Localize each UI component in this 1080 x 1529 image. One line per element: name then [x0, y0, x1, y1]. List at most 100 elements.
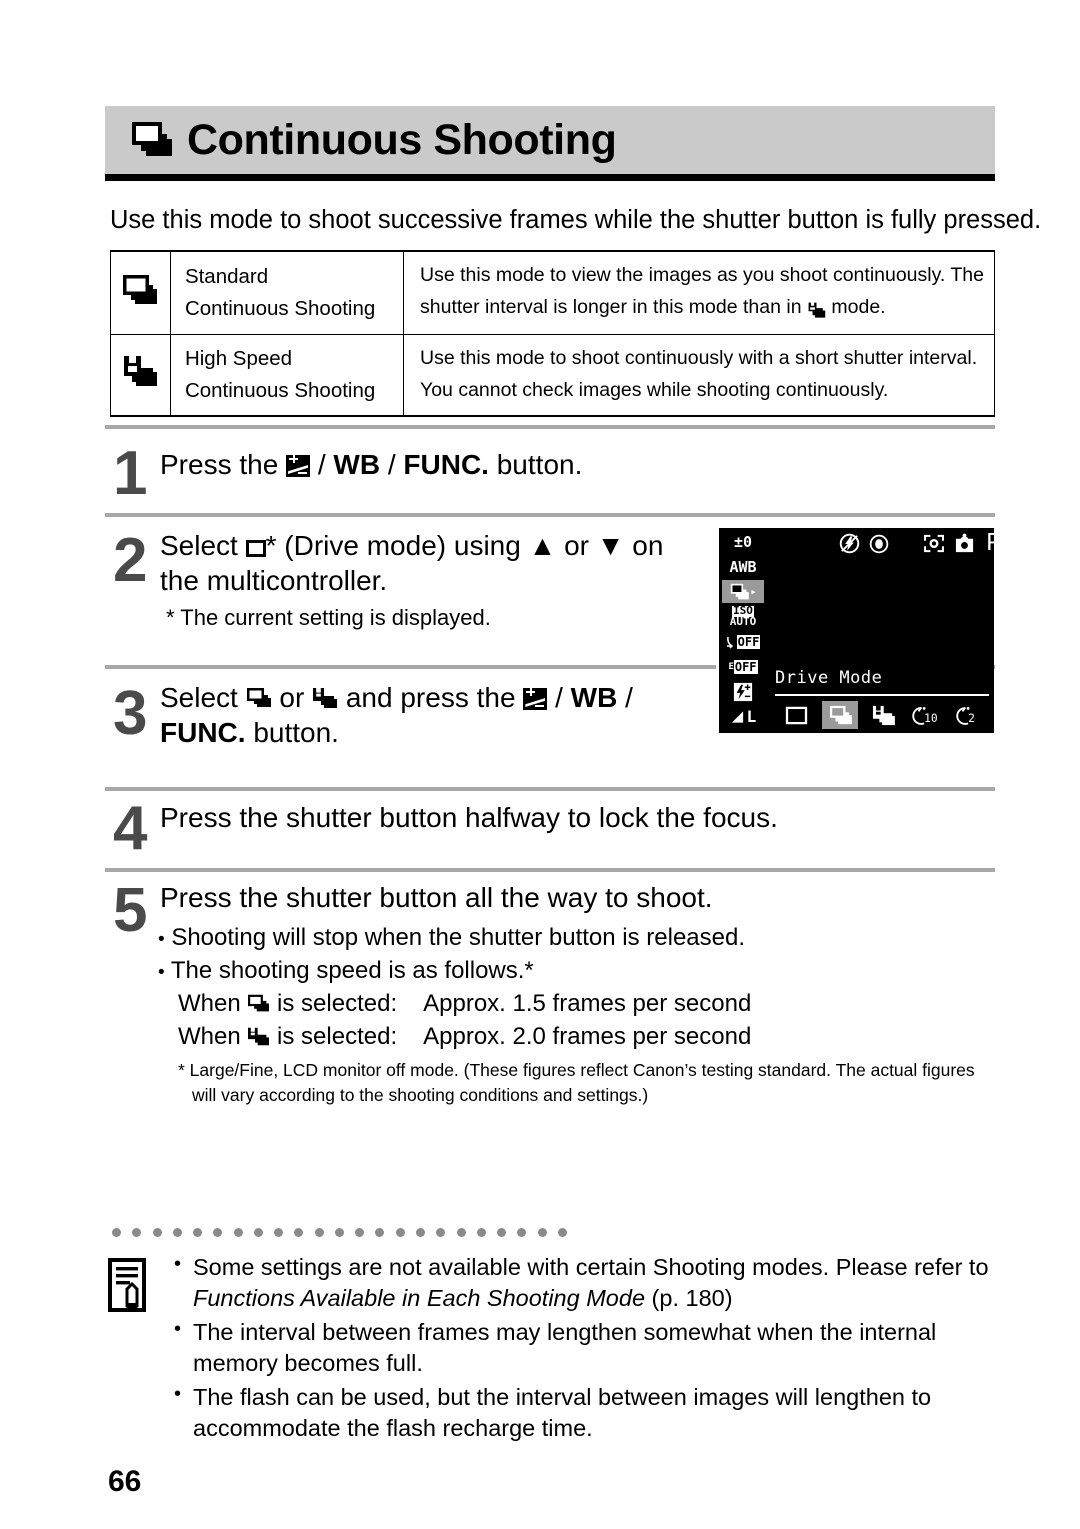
mode-name-line1: Standard: [184, 265, 269, 289]
high-speed-continuous-icon: [807, 295, 826, 327]
speed-row-high-speed: When is selected: Approx. 2.0 frames per…: [178, 1021, 751, 1052]
step-5-text: Press the shutter button all the way to …: [160, 882, 713, 913]
step-5-footnote-line1: * Large/Fine, LCD monitor off mode. (The…: [178, 1060, 975, 1080]
step-3-line1-a: Select: [160, 682, 238, 713]
continuous-shooting-icon: [246, 686, 272, 710]
step-1-sep1: /: [317, 449, 326, 480]
step-1-func: FUNC.: [403, 449, 489, 480]
step-2-subnote: * The current setting is displayed.: [166, 605, 491, 630]
self-timer-2s-icon: 2: [956, 706, 975, 725]
step-5-bullet-2: • The shooting speed is as follows.*: [158, 957, 534, 984]
mode-desc-cell: Use this mode to view the images as you …: [403, 250, 995, 336]
mode-icon-cell: [110, 334, 171, 417]
speed-row-standard-value: Approx. 1.5 frames per second: [423, 990, 752, 1017]
lcd-menu-label: Drive Mode: [775, 668, 883, 688]
step-2-line2: the multicontroller.: [160, 565, 388, 597]
flash-exposure-comp-icon: [722, 680, 764, 703]
single-frame-icon: [245, 540, 266, 557]
step-2-number: 2: [113, 526, 148, 595]
red-eye-icon: [869, 534, 889, 553]
speed-row-standard-middle: is selected:: [277, 990, 398, 1017]
mode-name-line2: Continuous Shooting: [184, 378, 376, 402]
separator-5: [105, 868, 995, 872]
lcd-drive-options-row: 10 2: [775, 700, 991, 730]
step-2-line1: Select * (Drive mode) using ▲ or ▼ on: [160, 528, 700, 563]
lcd-option-self-timer-10s[interactable]: 10: [908, 701, 944, 729]
lcd-menu-divider: [775, 694, 989, 696]
lcd-option-high-speed[interactable]: [865, 701, 901, 729]
lcd-option-single-frame[interactable]: [779, 701, 815, 729]
step-1-text-a: Press the: [160, 449, 279, 480]
step-2-text: Select * (Drive mode) using ▲ or ▼ on th…: [160, 528, 700, 599]
continuous-shooting-icon: [829, 705, 852, 724]
notes-list: Some settings are not available with cer…: [170, 1251, 995, 1447]
step-3-line2-b: button.: [253, 717, 339, 749]
exposure-compensation-icon: [523, 688, 548, 710]
speed-row-standard: When is selected: Approx. 1.5 frames per…: [178, 988, 751, 1019]
notes-dotted-separator: [112, 1228, 567, 1238]
lcd-bracket-off: E OFF: [728, 659, 758, 674]
step-1-number: 1: [113, 439, 148, 508]
step-5-bullet-1: • Shooting will stop when the shutter bu…: [158, 924, 746, 951]
lcd-iso-value: AUTO: [729, 614, 757, 628]
separator-2: [105, 513, 995, 517]
continuous-shooting-icon: [127, 118, 175, 162]
step-2-line1-a: Select: [160, 530, 238, 561]
step-2-line1-b: * (Drive mode) using: [265, 530, 521, 561]
title-underline: [105, 174, 995, 181]
speed-row-standard-prefix: When: [178, 990, 241, 1017]
exposure-compensation-icon: [286, 455, 311, 477]
step-2-line1-c: or: [564, 530, 589, 561]
lcd-iso-setting: ISO AUTO: [722, 605, 764, 628]
step-1-text: Press the / WB / FUNC. button.: [160, 447, 582, 482]
flash-off-icon: [839, 533, 860, 554]
note-item-1-text-a: Some settings are not available with cer…: [193, 1254, 989, 1280]
intro-text: Use this mode to shoot successive frames…: [110, 206, 1042, 234]
mode-name-cell: Standard Continuous Shooting: [169, 250, 405, 336]
mode-name-line1: High Speed: [184, 347, 293, 371]
lcd-white-balance: AWB: [729, 557, 757, 576]
note-item-1-text-b: (p. 180): [651, 1285, 733, 1312]
step-3-wb: WB: [570, 682, 618, 713]
lcd-option-continuous[interactable]: [821, 701, 858, 729]
lcd-effect-off: OFF: [722, 630, 764, 653]
mode-desc-line1: Use this mode to view the images as you …: [420, 264, 984, 286]
fine-quality-icon: [731, 710, 743, 723]
mode-desc-line2: shutter interval is longer in this mode …: [420, 292, 984, 327]
step-1-wb: WB: [333, 449, 381, 480]
step-3-line1-b: or: [279, 682, 305, 713]
lcd-top-icon-row: P: [839, 532, 1000, 555]
mode-desc-line2-before: shutter interval is longer in this mode …: [420, 295, 802, 318]
speed-row-high-speed-value: Approx. 2.0 frames per second: [423, 1023, 752, 1050]
single-frame-icon: [785, 706, 808, 724]
mode-desc-line1: Use this mode to shoot continuously with…: [420, 347, 978, 370]
continuous-shooting-icon: [247, 993, 270, 1014]
speed-row-high-speed-middle: is selected:: [277, 1023, 398, 1050]
step-5-bullet-1-text: Shooting will stop when the shutter butt…: [171, 924, 746, 951]
table-row: High Speed Continuous Shooting Use this …: [110, 334, 995, 417]
note-item-3: The flash can be used, but the interval …: [170, 1381, 995, 1445]
self-timer-10s-icon: 10: [912, 706, 938, 725]
note-item-1-italic: Functions Available in Each Shooting Mod…: [193, 1285, 646, 1312]
mode-name-line2: Continuous Shooting: [184, 297, 376, 321]
step-3-func: FUNC.: [160, 717, 246, 749]
step-3-text: Select or and press the / WB / FUNC. but…: [160, 680, 705, 751]
step-3-line1-c: and press the: [345, 682, 516, 713]
step-1-sep2: /: [387, 449, 396, 480]
step-4-number: 4: [113, 794, 148, 863]
lcd-screen-illustration: ±0 AWB ▸ ISO AUTO OFF E OFF L P Drive Mo…: [716, 528, 1000, 733]
separator-1: [105, 425, 995, 429]
page-number: 66: [108, 1465, 142, 1498]
manual-page: Continuous Shooting Use this mode to sho…: [0, 0, 1080, 1529]
high-speed-continuous-icon: [120, 349, 160, 395]
modes-table: Standard Continuous Shooting Use this mo…: [110, 250, 995, 417]
step-5-number: 5: [113, 876, 148, 945]
lcd-option-self-timer-2s[interactable]: 2: [951, 701, 987, 729]
lcd-image-quality: L: [722, 705, 764, 728]
self-timer-10s-label: 10: [924, 712, 938, 725]
step-2-line1-d: on: [632, 530, 664, 561]
speed-row-high-speed-prefix: When: [178, 1023, 241, 1050]
step-4-text: Press the shutter button halfway to lock…: [160, 802, 778, 833]
page-title-bar: Continuous Shooting: [105, 106, 995, 174]
mode-name-cell: High Speed Continuous Shooting: [169, 334, 405, 417]
